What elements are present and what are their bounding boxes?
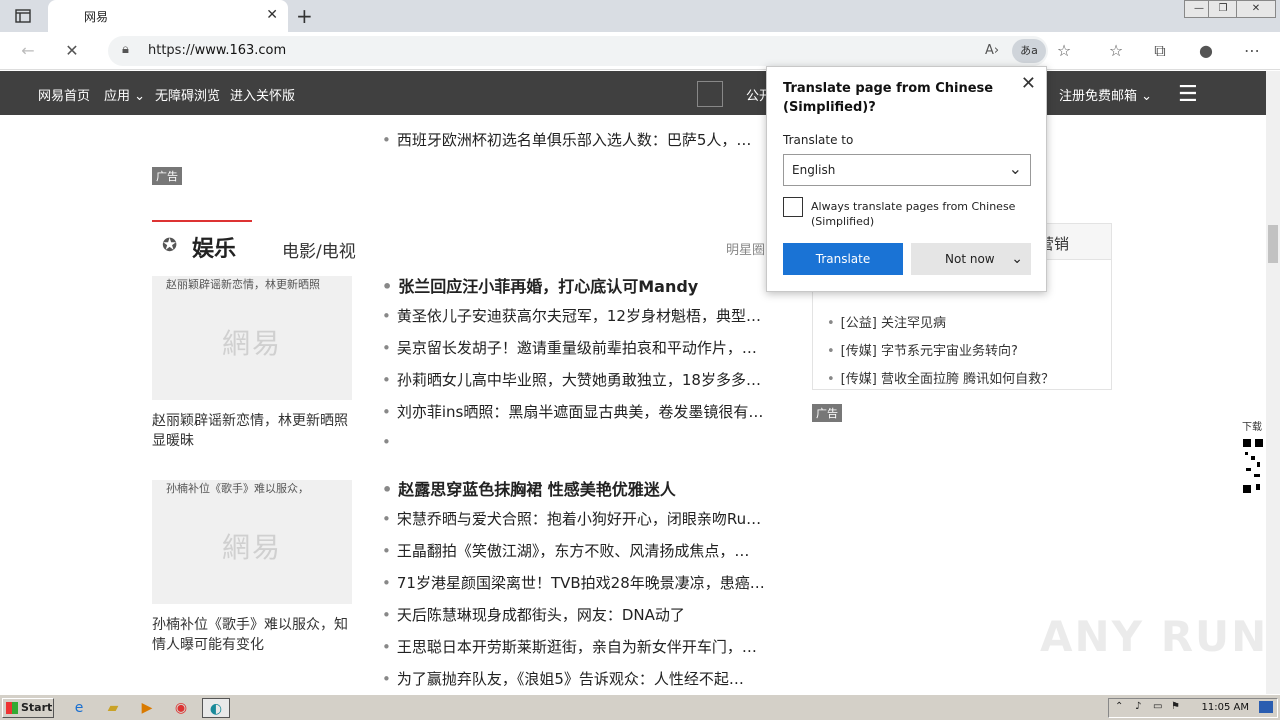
close-icon[interactable]: ✕ [266,7,278,23]
mobile-app-icon[interactable] [697,81,723,107]
nav-mail-link[interactable]: 注册免费邮箱 ⌄ [1059,85,1152,104]
side-list-item[interactable]: • [传媒] 字节系元宇宙业务转向? [827,340,1018,359]
anyrun-watermark: ANY RUN [1040,612,1269,661]
list-item[interactable]: • 孙莉晒女儿高中毕业照，大赞她勇敢独立，18岁多多… [382,369,782,390]
section-more-link[interactable]: 明星圈 [726,239,765,258]
chevron-down-icon: ⌄ [1141,89,1153,104]
ad-badge: 广告 [812,404,842,422]
target-language-select[interactable]: English ⌄ [783,154,1031,186]
browser-tab[interactable]: 网易 ✕ [48,0,288,32]
translate-to-label: Translate to [783,133,854,147]
list-item[interactable]: • 天后陈慧琳现身成都街头，网友：DNA动了 [382,604,782,625]
address-bar[interactable]: 🔒︎ https://www.163.com A› あa ☆ [108,36,1071,66]
list-item[interactable]: • 王思聪日本开劳斯莱斯逛街，亲自为新女伴开车门，… [382,636,782,657]
chevron-down-icon[interactable]: ⌄ [1011,243,1023,275]
list-item[interactable]: • 西班牙欧洲杯初选名单俱乐部入选人数：巴萨5人，… [382,129,782,150]
list-item[interactable]: • 刘亦菲ins晒照：黑扇半遮面显古典美，卷发墨镜很有… [382,401,782,422]
netease-watermark: 網易 [221,327,282,360]
star-icon: ✪ [162,235,178,256]
section-accent-line [152,220,252,222]
tab-actions-icon[interactable] [14,7,32,25]
side-list-item[interactable]: • [传媒] 营收全面拉胯 腾讯如何自救？ [827,368,1054,387]
qr-code-icon [1242,438,1264,494]
list-item[interactable]: • 黄圣依儿子安迪获高尔夫冠军，12岁身材魁梧，典型… [382,305,782,326]
edge-icon[interactable]: ◐ [202,698,230,718]
show-desktop-icon[interactable] [1259,701,1273,713]
stop-loading-icon[interactable]: ✕ [62,41,82,61]
clock: 11:05 AM [1201,702,1249,713]
list-item-empty: • [382,433,391,451]
section-sub-link[interactable]: 电影/电视 [282,237,356,262]
favorites-icon[interactable]: ☆ [1106,41,1126,61]
close-icon[interactable]: ✕ [1021,73,1036,94]
page-content: • 西班牙欧洲杯初选名单俱乐部入选人数：巴萨5人，… 广告 ✪ 娱乐 电影/电视 … [0,115,1266,694]
list-item[interactable]: • 王晶翻拍《笑傲江湖》，东方不败、风清扬成焦点，… [382,540,782,561]
translate-popup: Translate page from Chinese (Simplified)… [766,66,1047,292]
section-title[interactable]: 娱乐 [192,231,236,263]
ie-icon[interactable]: e [68,698,90,718]
page-scrollbar[interactable] [1266,71,1280,694]
media-player-icon[interactable]: ▶ [136,698,158,718]
chevron-down-icon: ⌄ [134,89,146,104]
side-list-item[interactable]: • [公益] 关注罕见病 [827,312,946,331]
download-label: 下载 [1242,422,1262,433]
restore-button[interactable]: ❐ [1208,0,1238,18]
speaker-icon[interactable]: ♪ [1135,701,1141,712]
translate-popup-title: Translate page from Chinese (Simplified)… [783,81,994,115]
translate-icon[interactable]: あa [1012,39,1046,63]
nav-home-link[interactable]: 网易首页 [38,85,90,104]
list-item[interactable]: • 吴京留长发胡子！邀请重量级前辈拍哀和平动作片，… [382,337,782,358]
windows-flag-icon [6,702,18,714]
not-now-button[interactable]: Not now ⌄ [911,243,1031,275]
nav-apps-link[interactable]: 应用 ⌄ [104,85,145,104]
nav-accessible-link[interactable]: 无障碍浏览 [155,85,220,104]
url-text[interactable]: https://www.163.com [148,43,286,58]
news-caption[interactable]: 赵丽颖辟谣新恋情，林更新晒照显暖昧 [152,411,356,451]
headline-link[interactable]: • 赵露思穿蓝色抹胸裙 性感美艳优雅迷人 [382,476,782,500]
tab-title: 网易 [84,10,109,24]
tab-strip: 网易 ✕ + — ❐ ✕ [0,0,1280,32]
tray-expand-icon[interactable]: ⌃ [1115,701,1123,712]
site-nav-bar: 网易首页 应用 ⌄ 无障碍浏览 进入关怀版 公开 注册免费邮箱 ⌄ ☰ [0,71,1266,115]
chevron-down-icon: ⌄ [1008,159,1022,178]
hamburger-menu-icon[interactable]: ☰ [1178,82,1198,107]
flag-icon[interactable]: ⚑ [1171,701,1180,712]
start-button[interactable]: Start [2,698,54,718]
system-tray: ⌃ ♪ ▭ ⚑ 11:05 AM [1108,698,1278,718]
chrome-icon[interactable]: ◉ [170,698,192,718]
ad-badge: 广告 [152,167,182,185]
always-translate-label[interactable]: Always translate pages from Chinese (Sim… [811,199,1031,229]
always-translate-checkbox[interactable] [783,197,803,217]
news-thumbnail[interactable]: 赵丽颖辟谣新恋情，林更新晒照 網易 [152,276,352,400]
explorer-folder-icon[interactable]: ▰ [102,698,124,718]
news-caption[interactable]: 孙楠补位《歌手》难以服众，知情人曝可能有变化 [152,615,356,655]
back-icon[interactable]: ← [18,41,38,61]
profile-avatar-icon[interactable]: ● [1196,41,1216,61]
read-aloud-icon[interactable]: A› [982,41,1002,61]
translate-button[interactable]: Translate [783,243,903,275]
lock-icon[interactable]: 🔒︎ [122,42,129,57]
list-item[interactable]: • 为了赢抛弃队友，《浪姐5》告诉观众：人性经不起… [382,668,782,689]
netease-watermark: 網易 [221,531,282,564]
scrollbar-thumb[interactable] [1268,225,1278,263]
network-icon[interactable]: ▭ [1153,701,1162,712]
more-menu-icon[interactable]: ⋯ [1242,41,1262,61]
address-toolbar: ← ✕ 🔒︎ https://www.163.com A› あa ☆ ☆ ⧉ ●… [0,32,1280,70]
os-taskbar: Start e ▰ ▶ ◉ ◐ ⌃ ♪ ▭ ⚑ 11:05 AM [0,694,1280,720]
list-item[interactable]: • 71岁港星颜国梁离世！TVB拍戏28年晚景凄凉，患癌… [382,572,782,593]
news-thumbnail[interactable]: 孙楠补位《歌手》难以服众， 網易 [152,480,352,604]
add-favorite-icon[interactable]: ☆ [1054,41,1074,61]
list-item[interactable]: • 宋慧乔晒与爱犬合照：抱着小狗好开心，闭眼亲吻Ru… [382,508,782,529]
window-close-button[interactable]: ✕ [1236,0,1276,18]
nav-care-link[interactable]: 进入关怀版 [230,85,295,104]
headline-link[interactable]: • 张兰回应汪小菲再婚，打心底认可Mandy [382,273,782,297]
new-tab-icon[interactable]: + [296,4,313,28]
collections-icon[interactable]: ⧉ [1150,41,1170,61]
